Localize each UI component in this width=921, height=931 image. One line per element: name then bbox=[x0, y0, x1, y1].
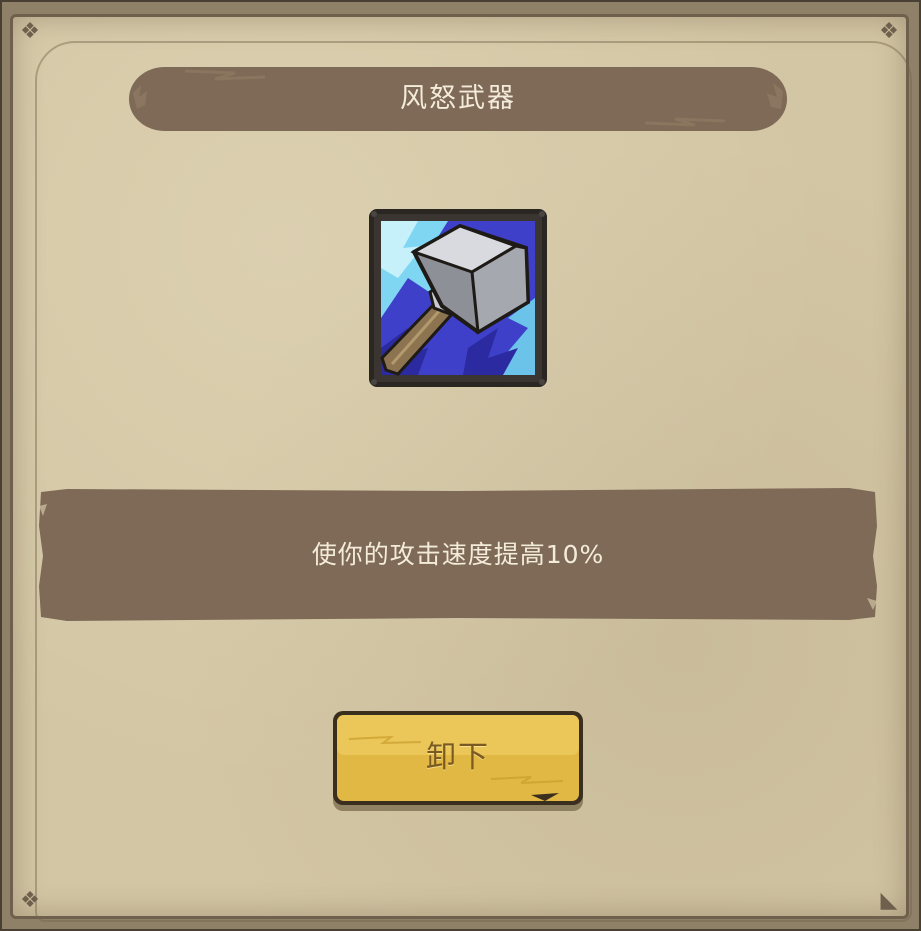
item-description: 使你的攻击速度提高10% bbox=[311, 540, 605, 569]
corner-ornament-icon: ❖ bbox=[20, 888, 40, 913]
item-description-banner: 使你的攻击速度提高10% bbox=[37, 486, 879, 623]
unequip-button[interactable]: 卸下 bbox=[331, 709, 585, 813]
item-detail-screen: ❖ ❖ ❖ ◣ 风怒武器 使你的攻击速度提高10% 卸下 bbox=[0, 0, 921, 931]
corner-ornament-icon: ❖ bbox=[879, 19, 899, 44]
dialog-title: 风怒武器 bbox=[400, 83, 516, 114]
corner-ornament-icon: ❖ bbox=[20, 19, 40, 44]
title-banner: 风怒武器 bbox=[125, 63, 791, 135]
unequip-button-label: 卸下 bbox=[426, 740, 490, 775]
hammer-icon bbox=[368, 208, 548, 388]
page-curl-icon: ◣ bbox=[880, 888, 898, 913]
